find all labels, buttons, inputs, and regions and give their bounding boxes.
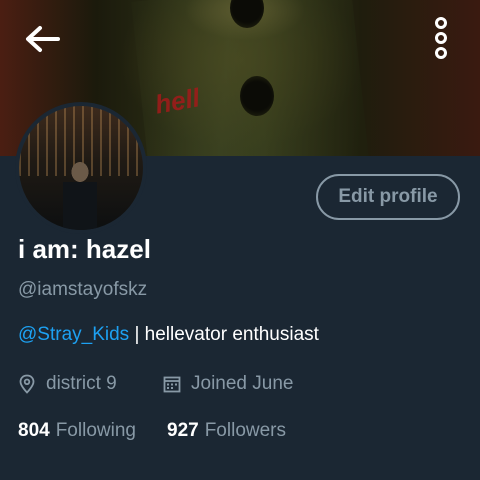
more-options-button[interactable] — [426, 14, 456, 64]
followers-count: 927 — [167, 420, 199, 441]
following-label: Following — [55, 420, 136, 441]
back-button[interactable] — [22, 20, 62, 60]
calendar-icon — [163, 376, 181, 393]
more-vertical-icon — [435, 17, 447, 59]
bio-text: | hellevator enthusiast — [129, 324, 319, 345]
following-link[interactable]: 804 Following — [18, 420, 136, 442]
user-handle: @iamstayofskz — [18, 279, 148, 300]
followers-label: Followers — [204, 420, 287, 441]
location-text: district 9 — [46, 373, 117, 394]
following-count: 804 — [18, 420, 50, 441]
followers-link[interactable]: 927 Followers — [167, 420, 286, 442]
avatar[interactable] — [15, 102, 147, 234]
display-name: i am: hazel — [18, 234, 151, 264]
joined-date: Joined June — [163, 372, 293, 396]
edit-profile-button[interactable]: Edit profile — [316, 174, 460, 220]
bio-mention-link[interactable]: @Stray_Kids — [18, 324, 129, 345]
avatar-figure — [63, 158, 97, 230]
joined-text: Joined June — [191, 373, 294, 394]
location: district 9 — [18, 372, 117, 396]
banner-hole — [240, 76, 274, 116]
bio: @Stray_Kids | hellevator enthusiast — [18, 324, 319, 346]
avatar-image — [19, 106, 143, 230]
back-arrow-icon — [26, 26, 60, 52]
location-pin-icon — [19, 374, 35, 394]
